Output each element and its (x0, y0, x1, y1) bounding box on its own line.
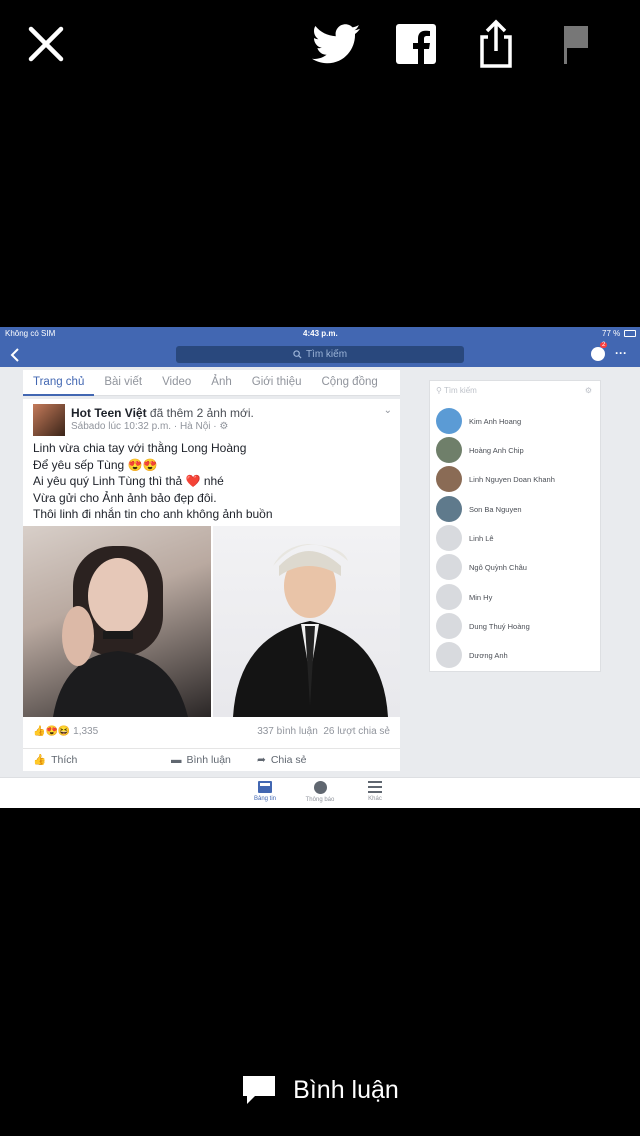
contact-item[interactable]: Dương Anh (436, 642, 508, 668)
post-actions: 👍 Thích ▬ Bình luận ➦ Chia sẻ (23, 748, 400, 770)
back-chevron-icon[interactable] (10, 348, 20, 362)
tab-about[interactable]: Giới thiệu (242, 370, 312, 396)
post-card: Hot Teen Việt đã thêm 2 ảnh mới. Sábado … (23, 399, 400, 771)
settings-gear-icon[interactable]: ⚙ (585, 386, 592, 395)
search-icon (293, 350, 302, 359)
more-icon[interactable]: ··· (615, 346, 627, 360)
contact-item[interactable]: Linh Nguyen Doan Khanh (436, 466, 555, 492)
avatar (436, 554, 462, 580)
post-action: đã thêm 2 ảnh mới. (149, 406, 254, 420)
globe-icon: ⚙ (219, 421, 229, 432)
contact-item[interactable]: Kim Anh Hoang (436, 408, 521, 434)
fb-navbar: Tìm kiếm 2 ··· (0, 341, 640, 367)
search-placeholder: Tìm kiếm (305, 349, 348, 360)
avatar (436, 642, 462, 668)
contact-item[interactable]: Linh Lê (436, 525, 494, 551)
tab-community[interactable]: Cộng đồng (312, 370, 388, 396)
news-feed-icon (258, 781, 272, 793)
contact-item[interactable]: Son Ba Nguyen (436, 496, 522, 522)
page-tabs: Trang chủ Bài viết Video Ảnh Giới thiệu … (23, 370, 400, 396)
bottom-nav: Bảng tin Thông báo Khác (0, 777, 640, 808)
thumbs-up-icon: 👍 (33, 754, 47, 766)
chevron-down-icon[interactable]: ⌄ (384, 405, 392, 416)
menu-icon (368, 781, 382, 793)
post-line: Linh vừa chia tay với thằng Long Hoàng (33, 441, 247, 455)
nav-notifications[interactable]: Thông báo (300, 780, 340, 803)
search-icon: ⚲ (436, 386, 444, 395)
battery-icon (624, 330, 636, 337)
carrier-label: Không có SIM (5, 329, 56, 338)
post-photo-boy[interactable] (213, 526, 400, 717)
share-arrow-icon: ➦ (257, 753, 266, 766)
messenger-icon[interactable] (591, 347, 605, 361)
post-header: Hot Teen Việt đã thêm 2 ảnh mới. (71, 406, 254, 420)
tab-home[interactable]: Trang chủ (23, 370, 95, 396)
post-line: Vừa gửi cho Ảnh ảnh bảo đẹp đôi. (33, 490, 217, 505)
post-line: Ai yêu quý Linh Tùng thì thả ❤️ nhé (33, 474, 224, 488)
contact-search-input[interactable]: ⚲ Tìm kiếm ⚙ (436, 386, 596, 400)
avatar (436, 584, 462, 610)
reaction-icons[interactable]: 👍😍😆 (33, 726, 70, 737)
contact-item[interactable]: Hoàng Anh Chip (436, 437, 524, 463)
like-button[interactable]: 👍 Thích (23, 749, 103, 770)
contact-item[interactable]: Dung Thuý Hoàng (436, 613, 530, 639)
reaction-count[interactable]: 1,335 (73, 726, 98, 737)
clock: 4:43 p.m. (303, 329, 338, 338)
messenger-badge: 2 (600, 342, 608, 348)
chat-sidebar: ⚲ Tìm kiếm ⚙ Kim Anh Hoang Hoàng Anh Chip… (429, 380, 601, 672)
twitter-icon[interactable] (312, 20, 360, 68)
comment-button[interactable]: Bình luận (0, 1060, 640, 1120)
close-icon[interactable] (22, 20, 70, 68)
comment-label: Bình luận (293, 1075, 399, 1104)
share-button[interactable]: ➦ Chia sẻ (257, 749, 337, 770)
avatar (436, 525, 462, 551)
facebook-icon[interactable] (392, 20, 440, 68)
globe-icon (313, 781, 327, 794)
avatar (436, 437, 462, 463)
tab-video[interactable]: Video (152, 370, 201, 396)
reactions-row: 👍😍😆 1,335 337 bình luận 26 lượt chia sẻ (33, 726, 390, 737)
page-avatar[interactable] (33, 404, 65, 436)
flag-icon[interactable] (552, 20, 600, 68)
post-line: Để yêu sếp Tùng 😍😍 (33, 457, 158, 472)
post-line: Thôi linh đi nhắn tin cho anh không ảnh … (33, 507, 273, 521)
avatar (436, 408, 462, 434)
battery-level: 77 % (602, 329, 621, 338)
avatar (436, 466, 462, 492)
speech-bubble-icon: ▬ (171, 753, 182, 766)
tab-posts[interactable]: Bài viết (94, 370, 152, 396)
author-name[interactable]: Hot Teen Việt (71, 406, 147, 420)
search-input[interactable]: Tìm kiếm (176, 346, 464, 363)
status-bar: Không có SIM 4:43 p.m. 77 % (0, 327, 640, 341)
post-photo-girl[interactable] (23, 526, 211, 717)
tab-photos[interactable]: Ảnh (201, 370, 241, 396)
avatar (436, 613, 462, 639)
viewer-toolbar (0, 0, 640, 90)
post-text: Linh vừa chia tay với thằng Long Hoàng Đ… (33, 440, 273, 523)
nav-more[interactable]: Khác (355, 780, 395, 802)
avatar (436, 496, 462, 522)
facebook-screenshot: Không có SIM 4:43 p.m. 77 % Tìm kiếm 2 ·… (0, 327, 640, 808)
comment-count[interactable]: 337 bình luận (257, 726, 318, 737)
post-meta: Sábado lúc 10:32 p.m. · Hà Nội · ⚙ (71, 421, 229, 432)
nav-news-feed[interactable]: Bảng tin (245, 780, 285, 802)
share-icon[interactable] (472, 19, 520, 68)
contact-item[interactable]: Min Hy (436, 584, 492, 610)
comment-button[interactable]: ▬ Bình luận (171, 749, 257, 770)
speech-bubble-icon (243, 1076, 276, 1104)
contact-item[interactable]: Ngô Quỳnh Châu (436, 554, 527, 580)
share-count[interactable]: 26 lượt chia sẻ (323, 726, 390, 737)
